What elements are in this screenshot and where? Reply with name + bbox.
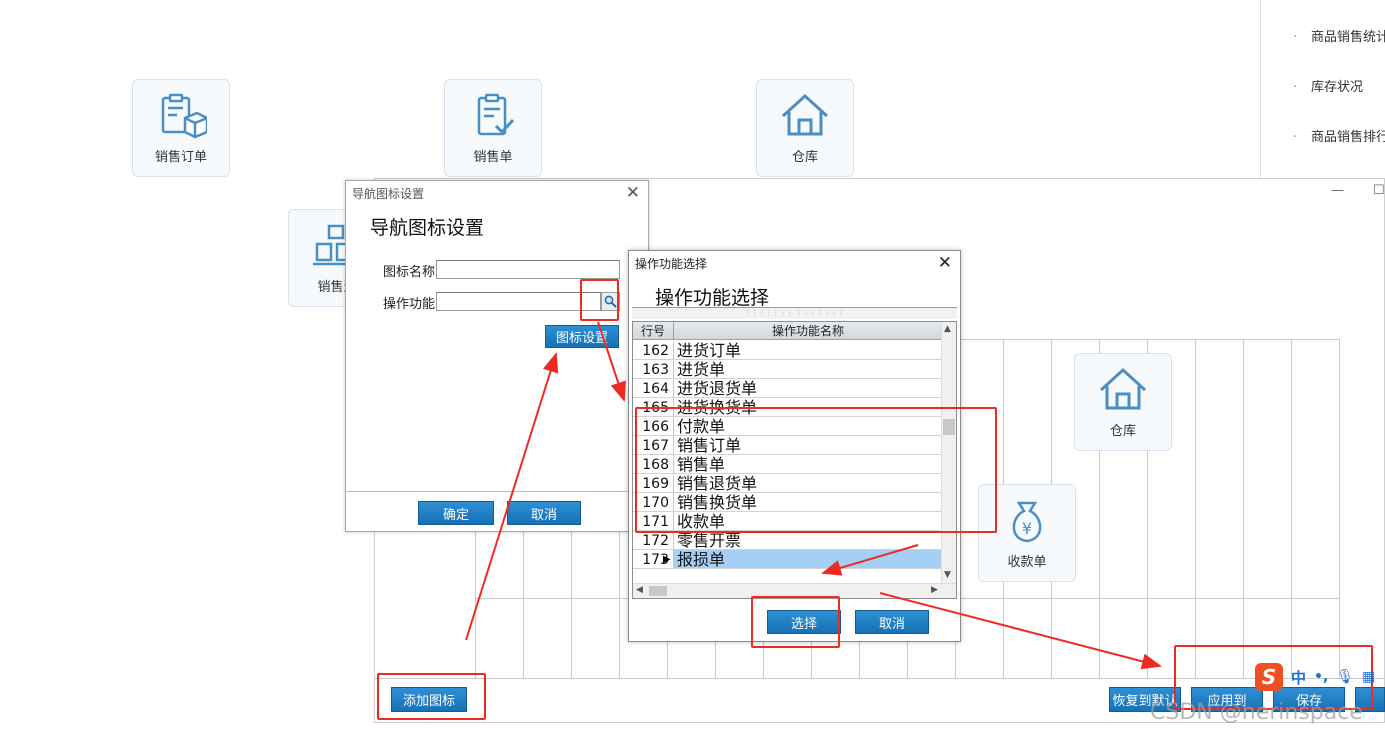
ime-toolbar: S 中 •, 🎙 ▦ [1255,663,1385,691]
keyboard-icon[interactable]: ▦ [1362,669,1375,685]
ime-mode[interactable]: 中 [1291,667,1306,688]
annotation-arrows [465,321,1162,670]
watermark: CSDN @herinspace [1150,700,1363,725]
punctuation-icon[interactable]: •, [1314,669,1328,685]
ime-logo-icon[interactable]: S [1255,663,1283,691]
microphone-icon[interactable]: 🎙 [1336,669,1354,685]
